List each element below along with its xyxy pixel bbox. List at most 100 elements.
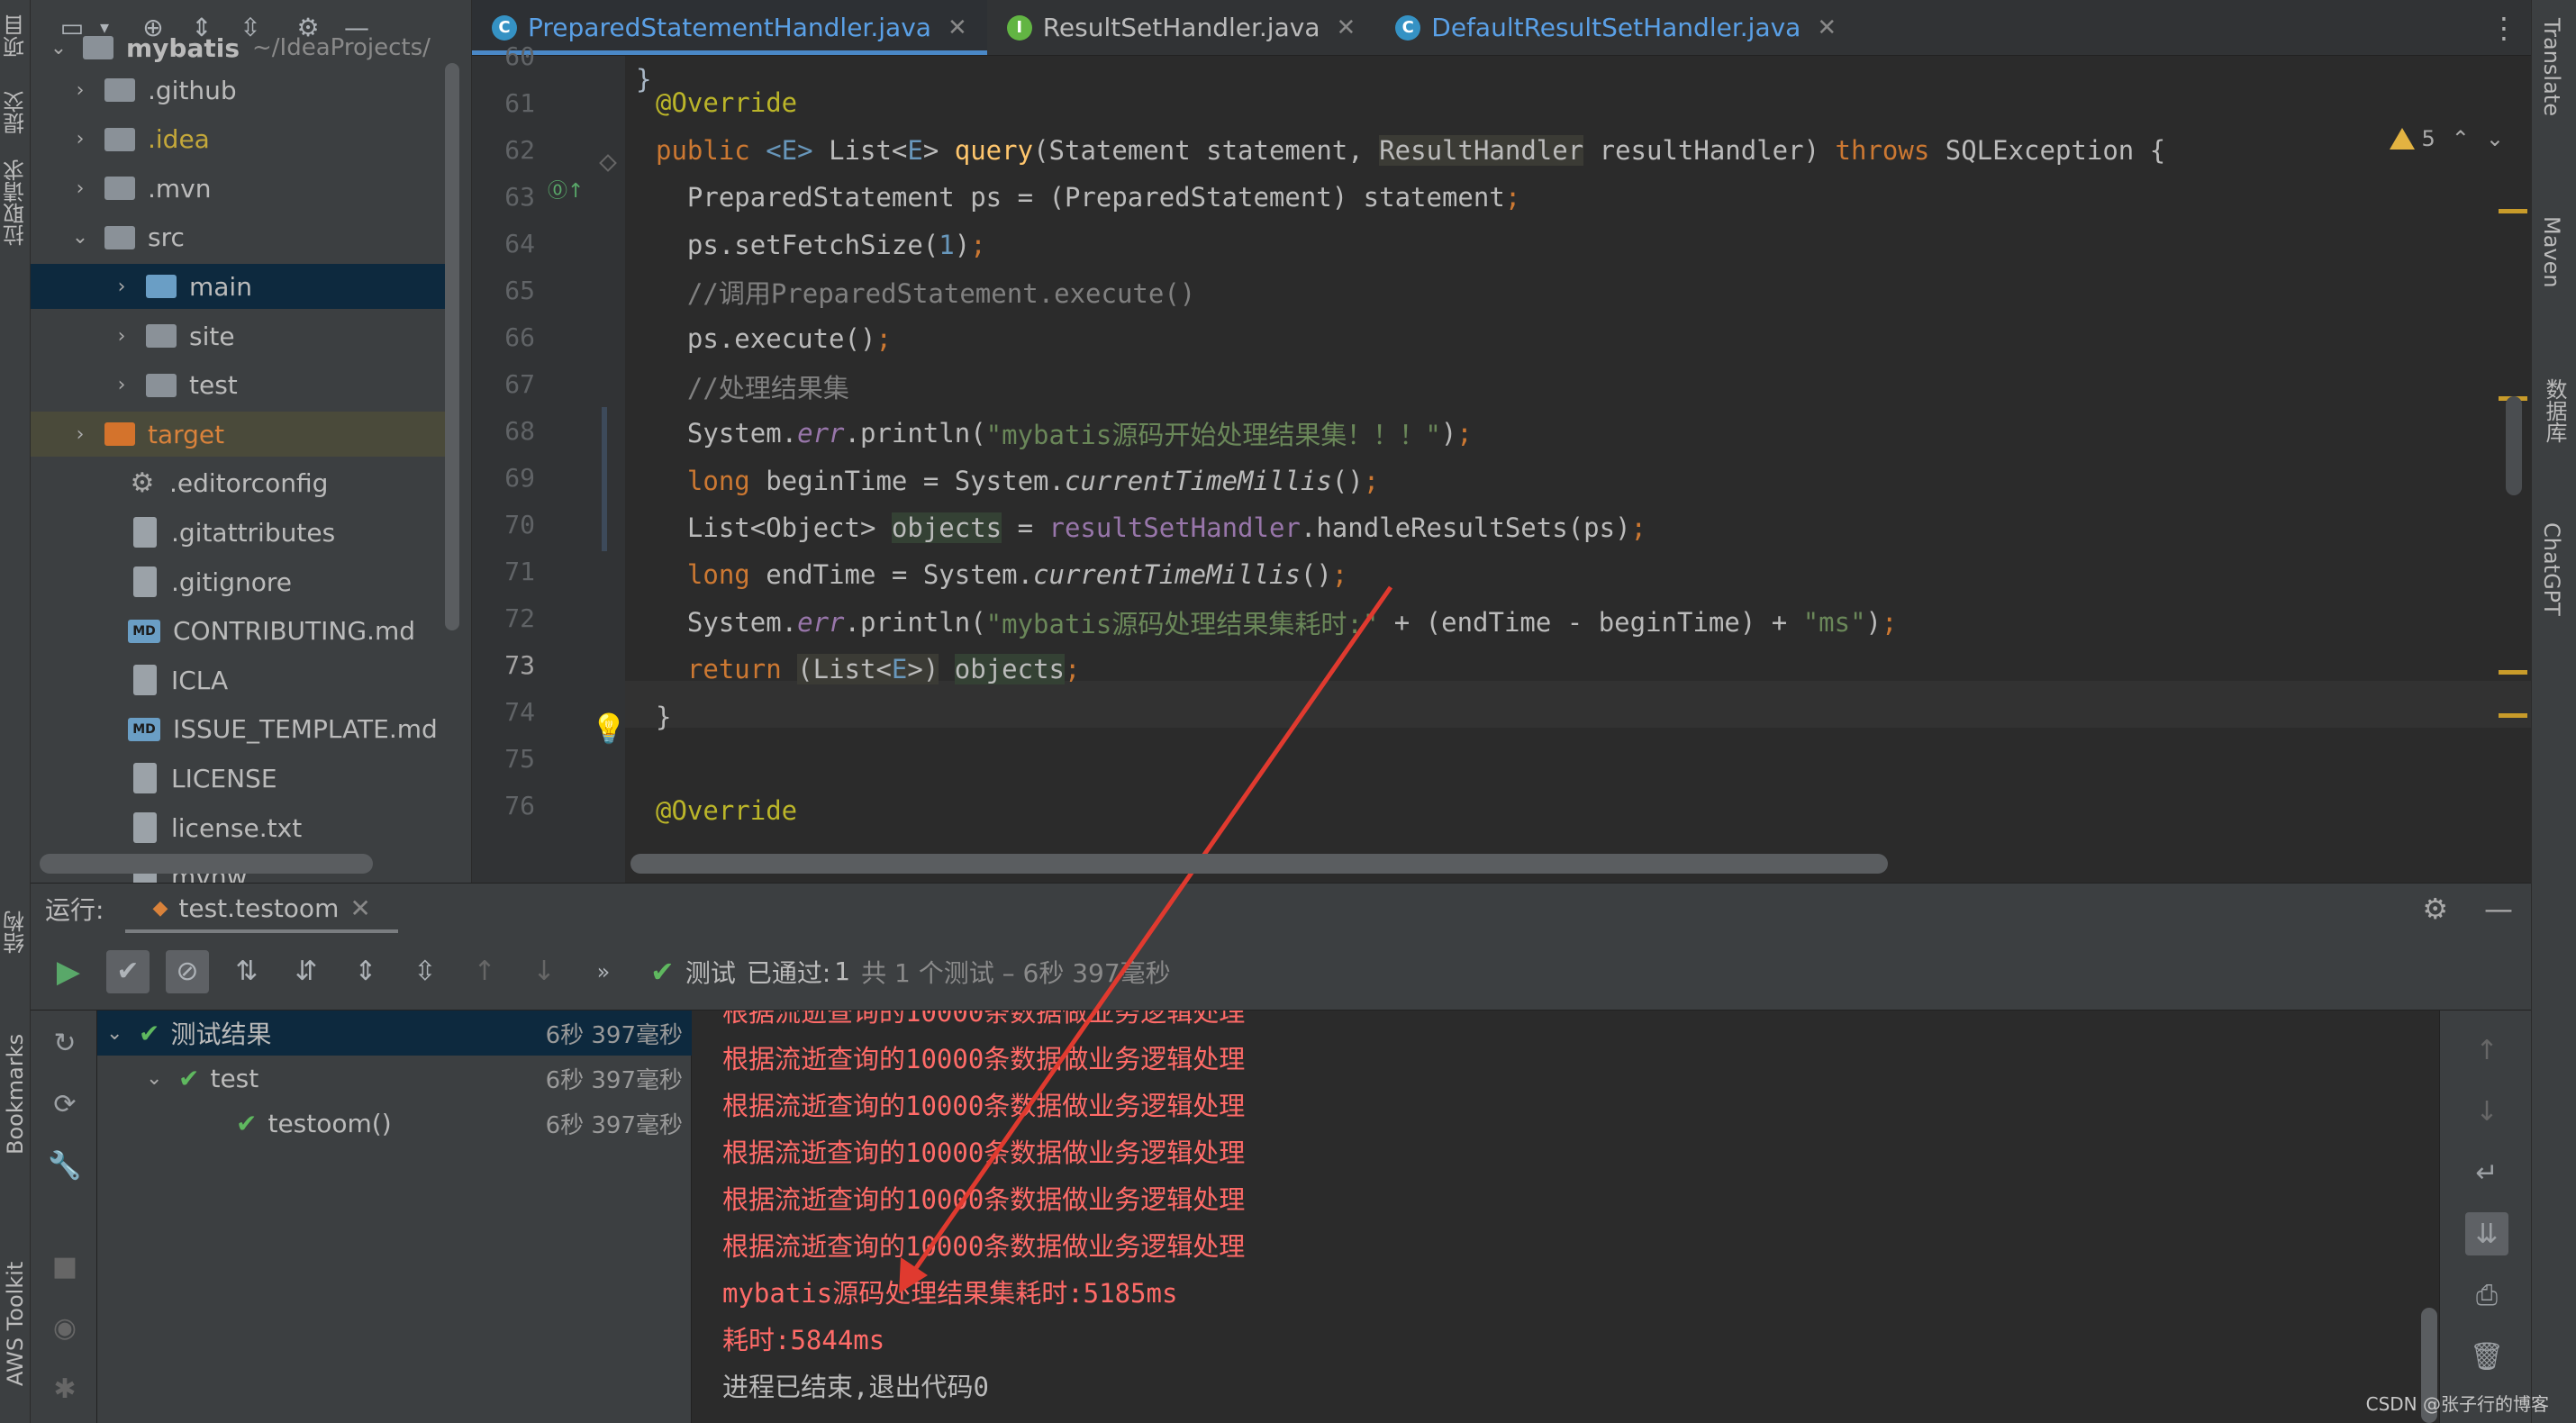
camera-icon[interactable]: ◉ bbox=[45, 1308, 85, 1347]
editor-vscroll[interactable] bbox=[2506, 396, 2522, 495]
run-tab[interactable]: ◆ test.testoom ✕ bbox=[125, 884, 399, 934]
tree-item[interactable]: .gitattributes bbox=[31, 510, 450, 555]
implements-icon[interactable]: ⓪↑ bbox=[548, 175, 584, 204]
close-icon[interactable]: ✕ bbox=[1817, 14, 1837, 41]
tree-item-label: test bbox=[189, 370, 238, 401]
stop-icon[interactable]: ■ bbox=[45, 1246, 85, 1286]
warning-marker[interactable] bbox=[2499, 670, 2527, 675]
close-icon[interactable]: ✕ bbox=[349, 893, 370, 923]
code-token: //处理结果集 bbox=[656, 372, 849, 403]
arrow-up-icon[interactable]: ↑ bbox=[2465, 1029, 2508, 1072]
tree-item[interactable]: MD CONTRIBUTING.md bbox=[31, 609, 450, 654]
tree-item[interactable]: › main bbox=[31, 264, 450, 310]
scroll-to-end-icon[interactable]: ⇊ bbox=[2465, 1212, 2508, 1255]
tree-item-label: ICLA bbox=[171, 665, 229, 695]
chevron-right-icon[interactable]: › bbox=[110, 374, 133, 396]
show-ignored-icon[interactable]: ⊘ bbox=[166, 949, 209, 993]
tree-item[interactable]: ⌄ src bbox=[31, 215, 450, 260]
test-node-class[interactable]: ⌄ ✔ test 6秒 397毫秒 bbox=[97, 1056, 692, 1101]
close-icon[interactable]: ✕ bbox=[1336, 14, 1356, 41]
chevron-down-icon[interactable]: ⌄ bbox=[47, 37, 70, 59]
code-line-72: System. err .println("mybatis源码处理结果集耗时:" +… bbox=[656, 599, 1898, 646]
tree-item[interactable]: › target bbox=[31, 412, 450, 458]
ide-window: 项目 提交 拉取请求 结构 Bookmarks AWS Toolkit ▭ ▾ … bbox=[0, 0, 2576, 1423]
chevron-down-icon[interactable]: ⌄ bbox=[68, 226, 92, 249]
chevron-right-icon[interactable]: › bbox=[110, 325, 133, 348]
tree-item[interactable]: › site bbox=[31, 313, 450, 358]
arrow-down-icon[interactable]: ↓ bbox=[2465, 1090, 2508, 1133]
tree-item[interactable]: license.txt bbox=[31, 805, 450, 850]
tool-project[interactable]: 项目 bbox=[0, 0, 31, 72]
code-token: PreparedStatement ps = (PreparedStatemen… bbox=[656, 182, 1505, 213]
project-vscroll[interactable] bbox=[445, 63, 459, 630]
code-line-62: public <E> List< E > query (Statement state… bbox=[656, 127, 2165, 174]
arrow-up-icon[interactable]: ↑ bbox=[463, 950, 506, 993]
tool-commit[interactable]: 提交 bbox=[0, 81, 31, 144]
tool-translate[interactable]: Translate bbox=[2539, 18, 2564, 116]
tab-prepared-statement-handler[interactable]: C PreparedStatementHandler.java ✕ bbox=[472, 0, 987, 55]
more-icon[interactable]: » bbox=[582, 950, 625, 993]
code-line-73: return (List< E >) objects; bbox=[656, 646, 1080, 693]
minimize-icon[interactable]: — bbox=[2484, 892, 2513, 926]
tree-item[interactable]: LICENSE bbox=[31, 756, 450, 801]
arrow-down-icon[interactable]: ↓ bbox=[522, 950, 566, 993]
chevron-right-icon[interactable]: › bbox=[68, 177, 92, 200]
tool-database[interactable]: 数据库 bbox=[2539, 378, 2571, 443]
tool-structure[interactable]: 结构 bbox=[0, 892, 31, 973]
tool-aws-toolkit[interactable]: AWS Toolkit bbox=[0, 1243, 31, 1405]
tree-item[interactable]: MD ISSUE_TEMPLATE.md bbox=[31, 707, 450, 752]
line-number: 69 bbox=[504, 462, 535, 493]
rerun-icon[interactable]: ▶ bbox=[47, 950, 90, 993]
tree-item[interactable]: .gitignore bbox=[31, 559, 450, 604]
chevron-right-icon[interactable]: › bbox=[68, 423, 92, 446]
tree-item[interactable]: › test bbox=[31, 363, 450, 408]
tool-maven[interactable]: Maven bbox=[2539, 216, 2564, 288]
bug-icon[interactable]: ✱ bbox=[45, 1369, 85, 1409]
rerun-failed-icon[interactable]: ↻ bbox=[45, 1023, 85, 1063]
tab-result-set-handler[interactable]: I ResultSetHandler.java ✕ bbox=[987, 0, 1376, 55]
toggle-auto-test-icon[interactable]: ⟳ bbox=[45, 1084, 85, 1124]
soft-wrap-icon[interactable]: ↵ bbox=[2465, 1151, 2508, 1194]
tree-item[interactable]: ICLA bbox=[31, 657, 450, 702]
print-icon[interactable]: ⎙ bbox=[2465, 1273, 2508, 1317]
editor-hscroll[interactable] bbox=[630, 854, 1888, 874]
close-icon[interactable]: ✕ bbox=[948, 14, 967, 41]
code-token: objects bbox=[891, 512, 1002, 543]
file-icon bbox=[133, 665, 157, 696]
warning-marker[interactable] bbox=[2499, 713, 2527, 718]
tree-item[interactable]: › .idea bbox=[31, 117, 450, 162]
warning-marker[interactable] bbox=[2499, 209, 2527, 213]
test-node-method[interactable]: ✔ testoom() 6秒 397毫秒 bbox=[97, 1101, 692, 1146]
tree-item[interactable]: ⚙ .editorconfig bbox=[31, 461, 450, 506]
trash-icon[interactable]: 🗑 bbox=[2465, 1335, 2508, 1378]
tab-default-result-set-handler[interactable]: C DefaultResultSetHandler.java ✕ bbox=[1375, 0, 1856, 55]
code-line-67: //处理结果集 bbox=[656, 363, 849, 410]
show-passed-icon[interactable]: ✔ bbox=[106, 949, 150, 993]
console-line: 根据流逝查询的10000条数据做业务逻辑处理 bbox=[722, 1231, 1246, 1262]
tree-root[interactable]: ⌄ mybatis ~/IdeaProjects/ bbox=[31, 25, 472, 70]
tool-chatgpt[interactable]: ChatGPT bbox=[2539, 522, 2564, 616]
more-icon[interactable]: ⋮ bbox=[2490, 11, 2518, 45]
gear-icon[interactable]: ⚙ bbox=[2422, 892, 2448, 926]
project-hscroll[interactable] bbox=[40, 854, 373, 874]
tool-bookmarks[interactable]: Bookmarks bbox=[0, 1018, 31, 1171]
tree-item[interactable]: › .github bbox=[31, 68, 450, 113]
fold-icon[interactable] bbox=[599, 154, 617, 172]
test-node-root[interactable]: ⌄ ✔ 测试结果 6秒 397毫秒 bbox=[97, 1011, 692, 1056]
folder-icon bbox=[104, 78, 135, 102]
collapse-all-icon[interactable]: ⇳ bbox=[404, 950, 447, 993]
sort-alpha-icon[interactable]: ⇅ bbox=[225, 950, 268, 993]
chevron-right-icon[interactable]: › bbox=[68, 79, 92, 102]
console-output[interactable]: 根据流逝查询的10000条数据做业务逻辑处理 根据流逝查询的10000条数据做业… bbox=[692, 1011, 2439, 1423]
tool-pull-requests[interactable]: 拉取请求 bbox=[0, 153, 31, 252]
chevron-right-icon[interactable]: › bbox=[68, 128, 92, 150]
chevron-right-icon[interactable]: › bbox=[110, 276, 133, 298]
code-token: err bbox=[797, 606, 845, 638]
tree-item-label: .gitignore bbox=[171, 566, 292, 597]
wrench-icon[interactable]: 🔧 bbox=[45, 1146, 85, 1185]
sort-duration-icon[interactable]: ⇵ bbox=[285, 950, 328, 993]
expand-all-icon[interactable]: ⇕ bbox=[344, 950, 387, 993]
tree-item[interactable]: › .mvn bbox=[31, 166, 450, 211]
bulb-icon[interactable]: 💡 bbox=[591, 712, 627, 746]
